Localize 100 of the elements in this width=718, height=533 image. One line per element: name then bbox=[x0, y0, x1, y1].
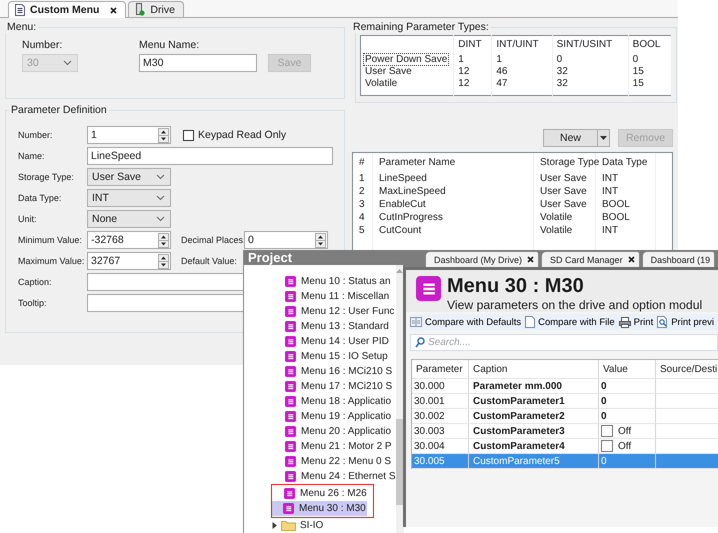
scroll-up-icon bbox=[396, 269, 404, 273]
menu-icon bbox=[285, 456, 296, 467]
menu-icon bbox=[285, 426, 296, 437]
tree-item[interactable]: Menu 26 : M26 bbox=[272, 486, 373, 501]
dropdown[interactable]: User Save bbox=[87, 168, 171, 186]
tree-item[interactable]: Menu 11 : Miscellan bbox=[244, 289, 396, 304]
input-field[interactable]: M30 bbox=[139, 54, 257, 72]
magnifier-icon bbox=[657, 316, 668, 328]
menu-icon bbox=[285, 471, 296, 482]
tree-item[interactable]: Menu 19 : Applicatio bbox=[244, 409, 396, 424]
toolbar-button[interactable]: Print bbox=[618, 316, 654, 328]
tree-item[interactable]: Menu 24 : Ethernet S bbox=[244, 469, 396, 484]
table-cell: MaxLineSpeed bbox=[373, 185, 534, 198]
table-cell: 4 bbox=[353, 211, 373, 224]
table-cell: 12 bbox=[454, 77, 492, 89]
field-label: Decimal Places: bbox=[181, 235, 244, 245]
toolbar-button[interactable]: Compare with Defaults bbox=[410, 316, 522, 328]
group-title: Remaining Parameter Types: bbox=[352, 21, 490, 33]
toolbar-button[interactable]: Print previ bbox=[657, 316, 714, 328]
dropdown-button[interactable] bbox=[597, 129, 610, 147]
search-icon bbox=[415, 337, 425, 348]
column-header: DINT bbox=[454, 36, 492, 53]
tree-item[interactable]: SI-IO bbox=[244, 518, 396, 533]
table-cell: Volatile bbox=[534, 224, 596, 237]
table-row[interactable]: 30.001 CustomParameter1 0 bbox=[412, 394, 718, 409]
search-field[interactable]: Search.... bbox=[410, 334, 718, 351]
table-cell: Volatile bbox=[534, 211, 596, 224]
tree-item[interactable]: Menu 22 : Menu 0 S bbox=[244, 454, 396, 469]
table-row[interactable]: 30.002 CustomParameter2 0 bbox=[412, 409, 718, 424]
table-cell: 1 bbox=[454, 53, 492, 65]
checkbox[interactable] bbox=[601, 425, 613, 437]
table-cell: INT bbox=[596, 172, 656, 185]
table-cell: 0 bbox=[601, 396, 607, 406]
menu-icon bbox=[284, 488, 295, 499]
field-label: Unit: bbox=[18, 214, 38, 224]
table-row[interactable]: 30.003 CustomParameter3 Off bbox=[412, 424, 718, 439]
dropdown[interactable]: INT bbox=[87, 189, 171, 207]
tree-item[interactable]: Menu 10 : Status an bbox=[244, 274, 396, 289]
menu-icon bbox=[416, 276, 441, 301]
document-tab[interactable]: Dashboard (My Drive) bbox=[425, 251, 540, 267]
menu-icon bbox=[283, 503, 294, 514]
new-button[interactable]: New bbox=[543, 129, 598, 147]
table-cell: Parameter mm.000 bbox=[469, 379, 599, 393]
tree-item[interactable]: Menu 30 : M30 bbox=[272, 501, 367, 516]
folder-icon bbox=[281, 520, 296, 531]
toolbar-button[interactable]: Compare with File bbox=[525, 316, 615, 328]
spin-field[interactable]: 1 bbox=[87, 126, 171, 144]
row-header: User Save bbox=[364, 64, 413, 78]
table-cell: 32 bbox=[552, 77, 628, 89]
menu-icon bbox=[285, 321, 296, 332]
input-field[interactable]: LineSpeed bbox=[87, 147, 333, 165]
spinner-icon bbox=[315, 232, 326, 248]
tree-item[interactable]: Menu 13 : Standard bbox=[244, 319, 396, 334]
tree-item[interactable]: Menu 18 : Applicatio bbox=[244, 394, 396, 409]
document-tab[interactable]: SD Card Manager bbox=[541, 251, 640, 267]
table-cell: CustomParameter5 bbox=[469, 454, 599, 468]
spin-field[interactable]: 32767 bbox=[87, 252, 171, 270]
tree-item[interactable]: Menu 20 : Applicatio bbox=[244, 424, 396, 439]
scrollbar-thumb[interactable] bbox=[396, 419, 404, 505]
document-tab[interactable]: Dashboard (19 bbox=[642, 251, 716, 267]
table-cell: 47 bbox=[492, 77, 552, 89]
dropdown[interactable]: None bbox=[87, 210, 171, 228]
menu-icon bbox=[285, 411, 296, 422]
table-cell: 1 bbox=[492, 53, 552, 65]
tree-item[interactable]: Menu 21 : Motor 2 P bbox=[244, 439, 396, 454]
table-cell: 30.001 bbox=[412, 394, 469, 408]
document-icon bbox=[15, 4, 25, 16]
editor-tab[interactable]: Drive bbox=[128, 1, 184, 17]
column-header: # bbox=[353, 153, 373, 172]
caret-icon bbox=[600, 136, 607, 140]
column-header: SINT/USINT bbox=[552, 36, 628, 53]
column-header: INT/UINT bbox=[492, 36, 552, 53]
scrollbar[interactable] bbox=[396, 265, 404, 533]
spin-field[interactable]: 0 bbox=[244, 231, 328, 249]
close-icon bbox=[110, 6, 118, 14]
table-cell: 32 bbox=[552, 65, 628, 77]
field-label: Name: bbox=[18, 151, 46, 161]
menu-icon bbox=[285, 276, 296, 287]
tree-item[interactable]: Menu 17 : MCi210 S bbox=[244, 379, 396, 394]
tree-item[interactable]: Menu 15 : IO Setup bbox=[244, 349, 396, 364]
editor-tab[interactable]: Custom Menu bbox=[8, 1, 126, 18]
field-label: Maximum Value: bbox=[18, 256, 86, 266]
spin-field[interactable]: -32768 bbox=[87, 231, 171, 249]
spinner-icon bbox=[158, 232, 169, 248]
row-header: Volatile bbox=[364, 76, 398, 90]
table-cell: User Save bbox=[534, 198, 596, 211]
tree-item[interactable]: Menu 16 : MCi210 S bbox=[244, 364, 396, 379]
checkbox[interactable] bbox=[601, 440, 613, 452]
table-cell: 0 bbox=[601, 456, 607, 466]
document-icon bbox=[525, 316, 536, 328]
table-cell: 1 bbox=[353, 172, 373, 185]
table-cell: 46 bbox=[492, 65, 552, 77]
table-row[interactable]: 30.000 Parameter mm.000 0 bbox=[412, 379, 718, 394]
tree-item[interactable]: Menu 12 : User Func bbox=[244, 304, 396, 319]
tree-item[interactable]: Menu 14 : User PID bbox=[244, 334, 396, 349]
panel-title: Project bbox=[244, 250, 403, 265]
table-cell: 12 bbox=[454, 65, 492, 77]
table-cell: 0 bbox=[628, 53, 672, 65]
checkbox[interactable]: Keypad Read Only bbox=[183, 129, 286, 141]
table-cell: 30.000 bbox=[412, 379, 469, 393]
